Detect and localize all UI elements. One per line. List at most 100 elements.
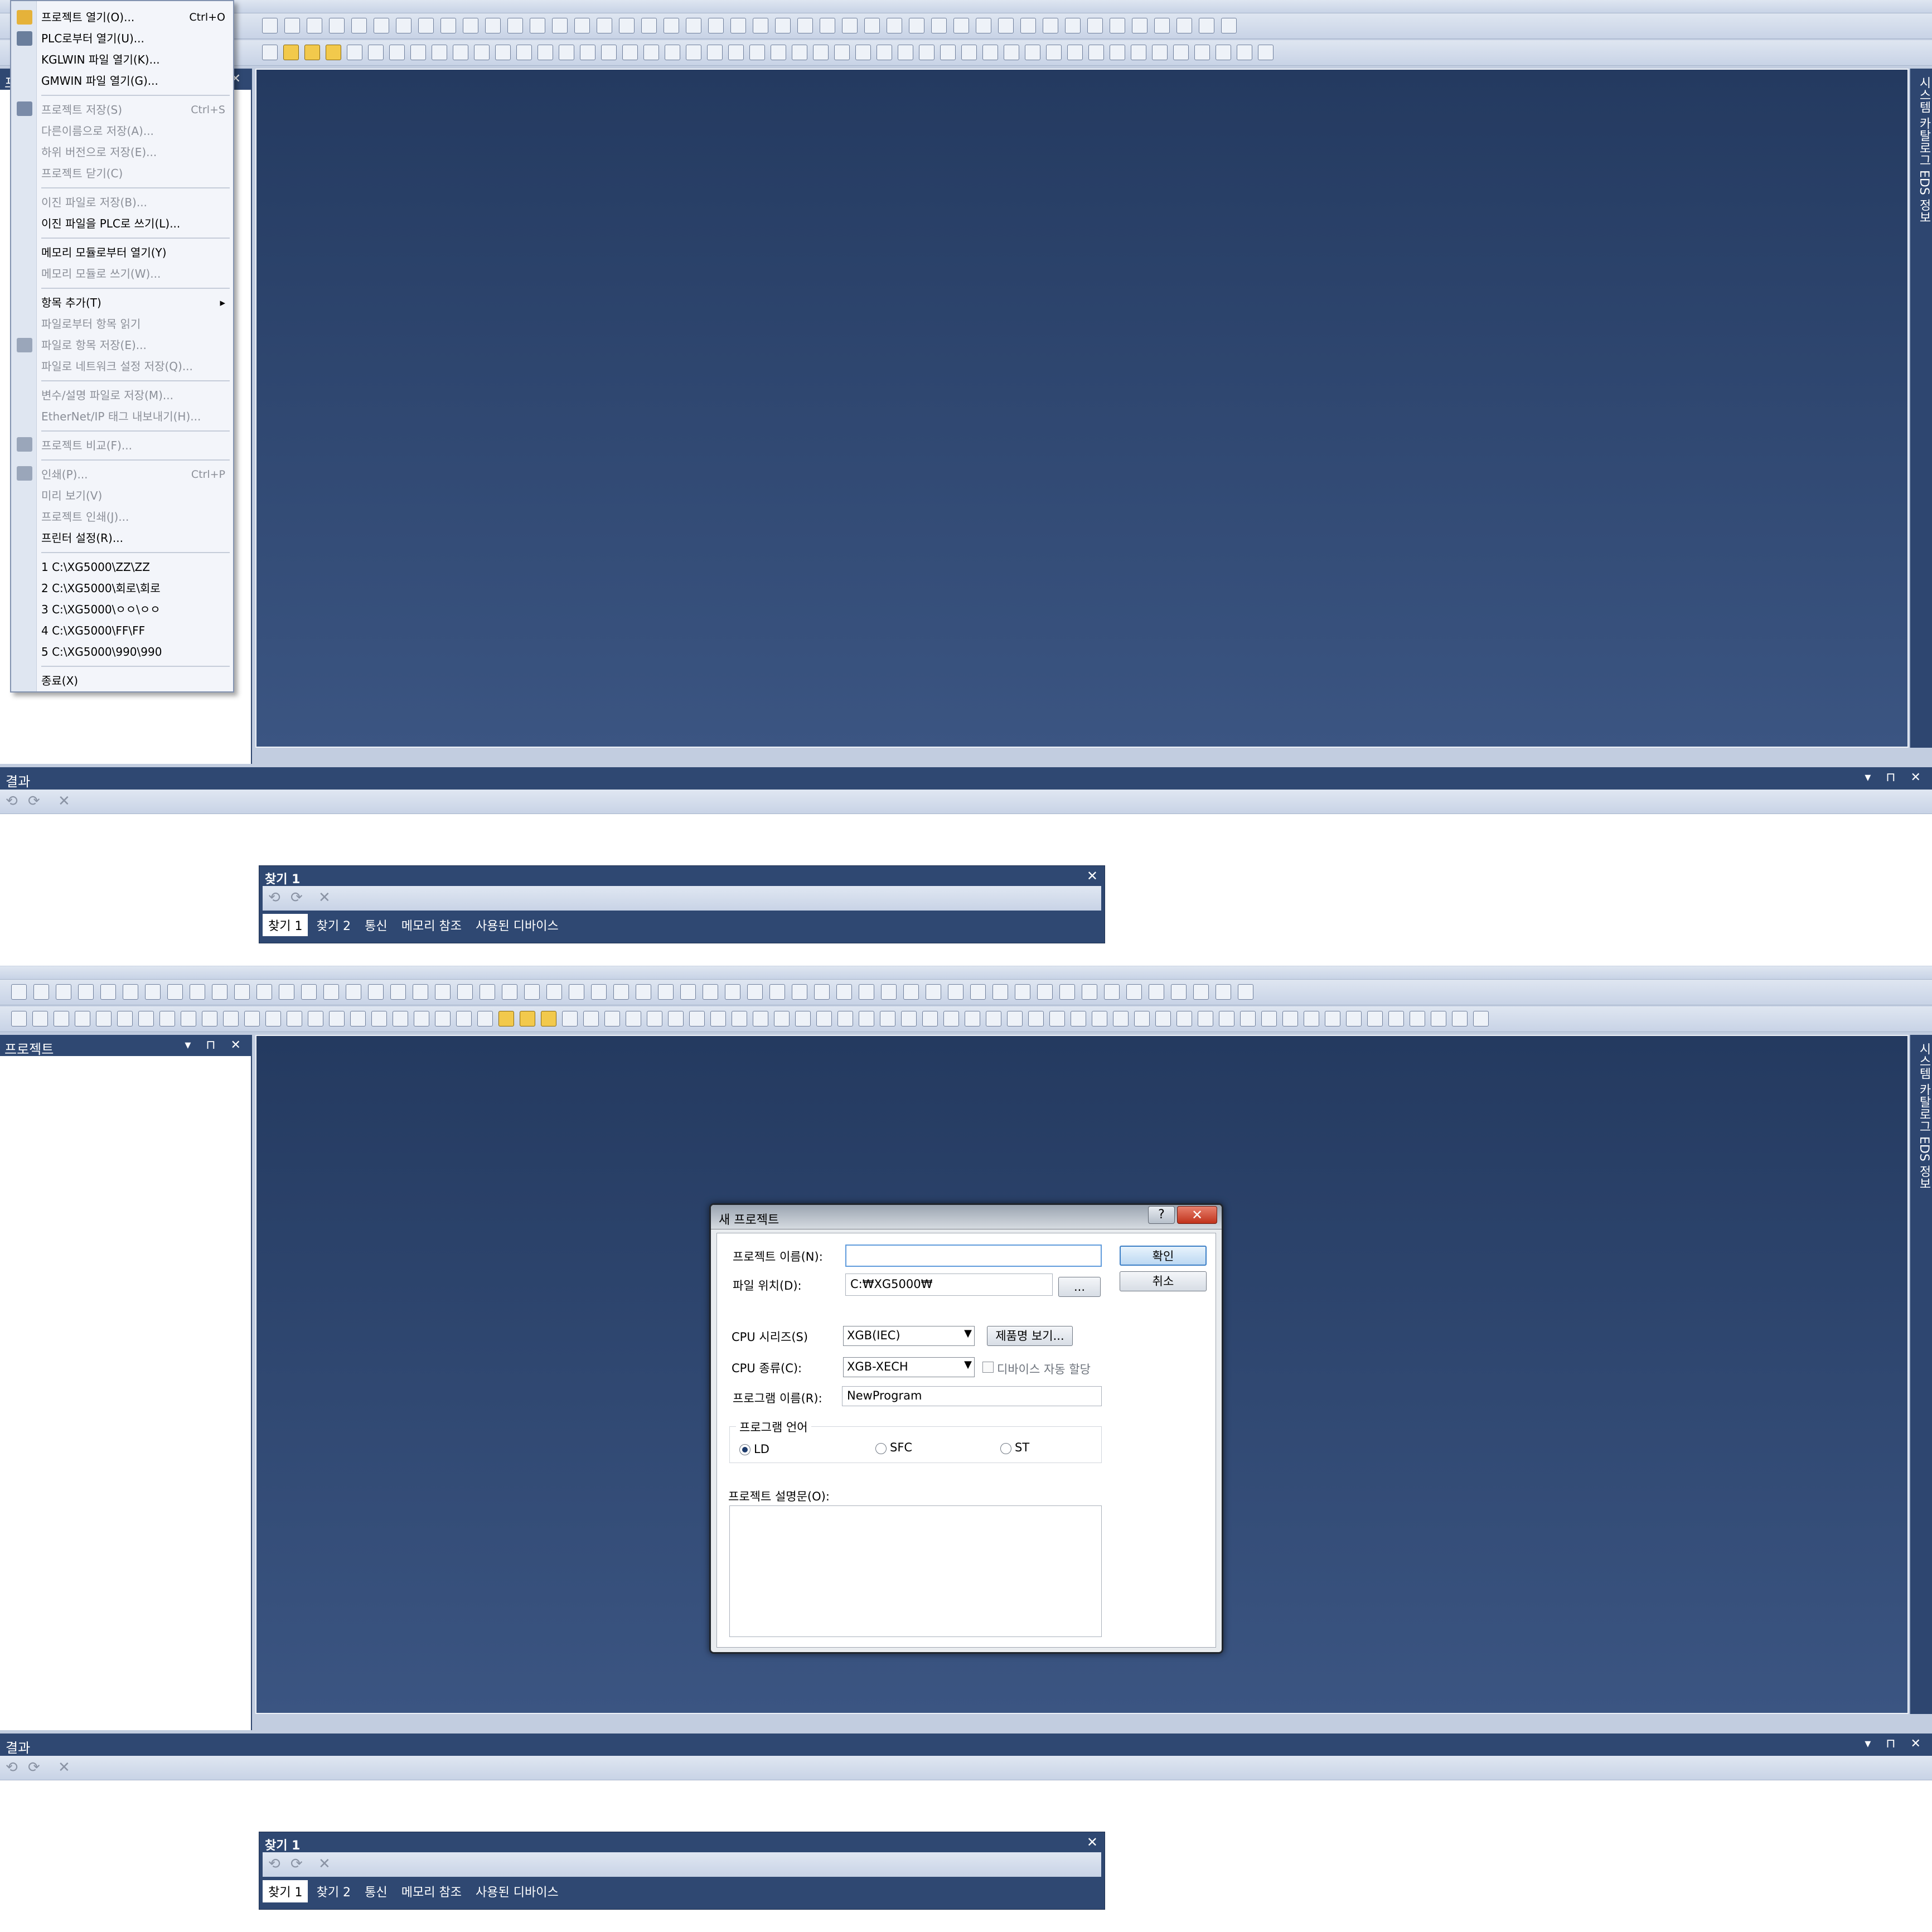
menu-recent-1[interactable]: 1 C:\XG5000\ZZ\ZZ xyxy=(41,556,231,578)
toolbar-button[interactable] xyxy=(1004,45,1019,60)
toolbar-button[interactable] xyxy=(1193,984,1209,1000)
toolbar-button[interactable] xyxy=(244,1011,260,1026)
toolbar-button[interactable] xyxy=(580,45,595,60)
tab-used-devices[interactable]: 사용된 디바이스 xyxy=(470,1880,564,1902)
toolbar-button[interactable] xyxy=(393,1011,408,1026)
toolbar-button[interactable] xyxy=(1152,45,1168,60)
toolbar-button[interactable] xyxy=(350,1011,366,1026)
toolbar-button[interactable] xyxy=(686,45,701,60)
toolbar-button[interactable] xyxy=(931,18,947,33)
toolbar-button[interactable] xyxy=(837,1011,853,1026)
toolbar-button[interactable] xyxy=(747,984,763,1000)
toolbar-button[interactable] xyxy=(33,984,49,1000)
toolbar-button[interactable] xyxy=(816,1011,832,1026)
toolbar-button[interactable] xyxy=(100,984,116,1000)
toolbar-button[interactable] xyxy=(887,18,902,33)
menu-print-project[interactable]: 프로젝트 인쇄(J)... xyxy=(41,506,231,527)
toolbar-button[interactable] xyxy=(992,984,1008,1000)
menu-recent-3[interactable]: 3 C:\XG5000\ㅇㅇ\ㅇㅇ xyxy=(41,599,231,620)
toolbar-button[interactable] xyxy=(54,1011,69,1026)
toolbar-button[interactable] xyxy=(998,18,1014,33)
menu-preview[interactable]: 미리 보기(V) xyxy=(41,485,231,506)
toolbar-button[interactable] xyxy=(641,18,657,33)
toolbar-button[interactable] xyxy=(658,984,674,1000)
toolbar-button[interactable] xyxy=(1113,1011,1129,1026)
tab-find-2[interactable]: 찾기 2 xyxy=(311,1880,356,1902)
toolbar-button[interactable] xyxy=(351,18,367,33)
toolbar-button[interactable] xyxy=(463,18,478,33)
tab-memory-reference[interactable]: 메모리 참조 xyxy=(396,1880,467,1902)
toolbar-button[interactable] xyxy=(686,18,701,33)
toolbar-button[interactable] xyxy=(283,45,299,60)
toolbar-button[interactable] xyxy=(1198,1011,1213,1026)
menu-read-items-from-file[interactable]: 파일로부터 항목 읽기 xyxy=(41,313,231,335)
toolbar-button[interactable] xyxy=(680,984,696,1000)
menu-open-project[interactable]: 프로젝트 열기(O)... Ctrl+O xyxy=(41,7,231,28)
toolbar-button[interactable] xyxy=(11,1011,27,1026)
toolbar-button[interactable] xyxy=(202,1011,217,1026)
radio-sfc[interactable] xyxy=(875,1443,887,1454)
toolbar-button[interactable] xyxy=(480,984,495,1000)
toolbar-button[interactable] xyxy=(456,1011,472,1026)
toolbar-button[interactable] xyxy=(1149,984,1164,1000)
toolbar-button[interactable] xyxy=(909,18,924,33)
toolbar-button[interactable] xyxy=(304,45,320,60)
toolbar-button[interactable] xyxy=(613,984,629,1000)
toolbar-button[interactable] xyxy=(457,984,473,1000)
toolbar-button[interactable] xyxy=(516,45,532,60)
toolbar-button[interactable] xyxy=(569,984,584,1000)
toolbar-button[interactable] xyxy=(1092,1011,1107,1026)
toolbar-button[interactable] xyxy=(965,1011,980,1026)
toolbar-button[interactable] xyxy=(1155,1011,1171,1026)
toolbar-button[interactable] xyxy=(389,45,405,60)
toolbar-button[interactable] xyxy=(1221,18,1237,33)
toolbar-button[interactable] xyxy=(56,984,71,1000)
toolbar-button[interactable] xyxy=(775,18,791,33)
toolbar-button[interactable] xyxy=(78,984,94,1000)
toolbar-button[interactable] xyxy=(707,45,723,60)
toolbar-button[interactable] xyxy=(1088,45,1104,60)
toolbar-button[interactable] xyxy=(1194,45,1210,60)
toolbar-button[interactable] xyxy=(728,45,744,60)
toolbar-button[interactable] xyxy=(1126,984,1142,1000)
toolbar-button[interactable] xyxy=(919,45,934,60)
toolbar-button[interactable] xyxy=(689,1011,705,1026)
menu-save-network-settings[interactable]: 파일로 네트워크 설정 저장(Q)... xyxy=(41,356,231,377)
toolbar-button[interactable] xyxy=(495,45,511,60)
right-dock-strip[interactable]: 시스템 카탈로그 EDS 정보 xyxy=(1910,69,1932,748)
toolbar-button[interactable] xyxy=(1043,18,1058,33)
tab-find-1[interactable]: 찾기 1 xyxy=(263,1880,308,1902)
toolbar-button[interactable] xyxy=(1240,1011,1256,1026)
toolbar-button[interactable] xyxy=(474,45,490,60)
toolbar-button[interactable] xyxy=(591,984,607,1000)
toolbar-button[interactable] xyxy=(1154,18,1170,33)
toolbar-button[interactable] xyxy=(1131,45,1146,60)
toolbar-button[interactable] xyxy=(390,984,406,1000)
forward-icon[interactable]: ⟳ xyxy=(28,793,40,810)
menu-save-lower-version[interactable]: 하위 버전으로 저장(E)... xyxy=(41,142,231,163)
toolbar-button[interactable] xyxy=(145,984,161,1000)
forward-icon[interactable]: ⟳ xyxy=(28,1759,40,1776)
toolbar-button[interactable] xyxy=(1237,45,1252,60)
toolbar-button[interactable] xyxy=(1431,1011,1446,1026)
toolbar-button[interactable] xyxy=(414,1011,429,1026)
toolbar-button[interactable] xyxy=(562,1011,578,1026)
toolbar-button[interactable] xyxy=(1110,45,1125,60)
toolbar-button[interactable] xyxy=(636,984,651,1000)
toolbar-button[interactable] xyxy=(524,984,540,1000)
toolbar-button[interactable] xyxy=(181,1011,196,1026)
toolbar-button[interactable] xyxy=(256,984,272,1000)
menu-recent-5[interactable]: 5 C:\XG5000\990\990 xyxy=(41,641,231,662)
toolbar-button[interactable] xyxy=(1199,18,1214,33)
toolbar-button[interactable] xyxy=(440,18,456,33)
toolbar-button[interactable] xyxy=(346,984,361,1000)
toolbar-button[interactable] xyxy=(943,1011,959,1026)
help-button[interactable]: ? xyxy=(1148,1206,1175,1224)
toolbar-button[interactable] xyxy=(1104,984,1120,1000)
tab-memory-reference[interactable]: 메모리 참조 xyxy=(396,914,467,936)
toolbar-button[interactable] xyxy=(1176,18,1192,33)
toolbar-button[interactable] xyxy=(864,18,880,33)
toolbar-button[interactable] xyxy=(117,1011,133,1026)
radio-st[interactable] xyxy=(1000,1443,1011,1454)
toolbar-button[interactable] xyxy=(604,1011,620,1026)
